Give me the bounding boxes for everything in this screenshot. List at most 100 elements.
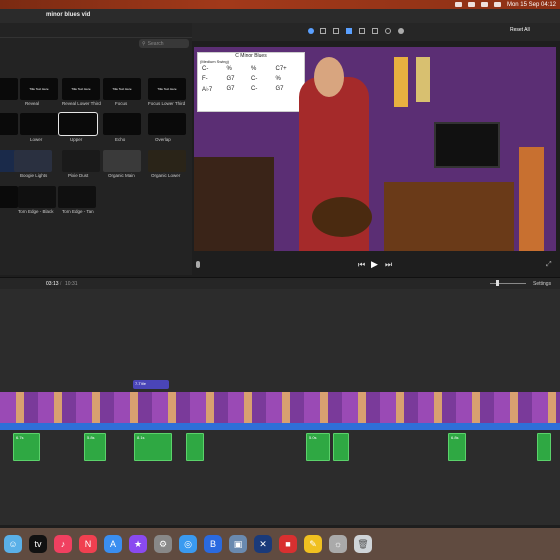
title-label: Boogie Lights (20, 173, 48, 178)
skip-back-icon[interactable]: ⏮ (358, 260, 365, 270)
apple-tv-icon[interactable]: tv (29, 535, 47, 553)
crop-icon[interactable] (320, 28, 326, 34)
skip-forward-icon[interactable]: ⏭ (385, 260, 392, 270)
title-thumbnail[interactable] (148, 113, 186, 135)
title-thumbnail[interactable] (58, 186, 96, 208)
video-viewer[interactable]: C Minor Blues (Medium Swing) C- % % C7+ … (194, 47, 556, 251)
title-thumbnail[interactable] (148, 150, 186, 172)
title-label: Organic Main (108, 173, 135, 178)
news-icon[interactable]: N (79, 535, 97, 553)
title-label: Focus Lower Third (148, 101, 186, 106)
title-label: Overlap (155, 137, 171, 142)
audio-clip[interactable]: 6.7s (13, 433, 40, 461)
chord: % (275, 76, 281, 82)
window-title: minor blues vid (46, 12, 91, 18)
title-label: Reveal Lower Third (62, 101, 101, 106)
title-label: Torn Edge - Black (18, 209, 54, 214)
speed-icon[interactable] (372, 28, 378, 34)
music-icon[interactable]: ♪ (54, 535, 72, 553)
total-duration: 10:31 (65, 281, 78, 287)
title-clip[interactable]: 7-Title (133, 380, 169, 389)
piano (194, 157, 274, 251)
title-label: Focus (115, 101, 128, 106)
battery-icon[interactable] (467, 2, 475, 7)
title-thumbnail[interactable] (14, 150, 52, 172)
audio-clip[interactable]: 5.0s (306, 433, 330, 461)
search-icon[interactable] (480, 2, 488, 7)
trash-icon[interactable]: 🗑 (354, 535, 372, 553)
audio-waveform-track[interactable] (0, 423, 560, 430)
viewer-toolbar: Reset All (192, 23, 560, 41)
audio-clip[interactable]: 5.8s (84, 433, 106, 461)
title-thumbnail[interactable] (62, 150, 100, 172)
search-placeholder: Search (147, 40, 164, 47)
chord: C- (202, 66, 209, 72)
menu-bar: Mon 15 Sep 04:12 (0, 0, 560, 9)
settings-button[interactable]: Settings (533, 281, 551, 287)
window-titlebar: minor blues vid (0, 9, 560, 24)
chord: G7 (226, 76, 235, 82)
info-icon[interactable] (398, 28, 404, 34)
notes-icon[interactable]: ✎ (304, 535, 322, 553)
title-thumbnail[interactable]: Title Text Here (103, 78, 141, 100)
safari-icon[interactable]: ◎ (179, 535, 197, 553)
wall-guitar (394, 57, 408, 107)
fullscreen-icon[interactable]: ⤢ (546, 261, 552, 269)
title-thumbnail-selected[interactable] (58, 112, 98, 136)
viewer-controls: ⏮ ▶ ⏭ ⤢ (194, 258, 556, 272)
xcode-icon[interactable]: ✕ (254, 535, 272, 553)
search-input[interactable]: ⚲ Search (139, 39, 189, 48)
microphone-icon[interactable] (196, 261, 200, 268)
chord: % (251, 66, 257, 72)
noise-reduction-icon[interactable] (359, 28, 365, 34)
control-center-icon[interactable] (493, 2, 501, 7)
reset-all-button[interactable]: Reset All (510, 27, 530, 33)
title-thumbnail[interactable]: Title Text Here (148, 78, 186, 100)
menubar-clock[interactable]: Mon 15 Sep 04:12 (507, 2, 556, 8)
title-thumbnail[interactable]: Title Text Here (20, 78, 58, 100)
app-store-icon[interactable]: A (104, 535, 122, 553)
imovie-icon[interactable]: ★ (129, 535, 147, 553)
stabilization-icon[interactable] (333, 28, 339, 34)
chord: F- (202, 76, 208, 82)
color-balance-icon[interactable] (308, 28, 314, 34)
audio-clip[interactable]: 8.1s (134, 433, 172, 461)
title-label: Echo (115, 137, 126, 142)
system-settings-icon[interactable]: ⚙ (154, 535, 172, 553)
audio-clip[interactable] (186, 433, 204, 461)
monitor (434, 122, 500, 168)
title-thumbnail[interactable] (0, 78, 18, 100)
title-thumbnail[interactable]: Title Text Here (62, 78, 100, 100)
title-thumbnail[interactable] (18, 186, 56, 208)
script-editor-icon[interactable]: ☼ (329, 535, 347, 553)
play-icon[interactable]: ▶ (371, 259, 378, 270)
audio-clip[interactable]: 6.8s (448, 433, 466, 461)
zoom-slider-knob[interactable] (496, 280, 499, 286)
title-thumbnail[interactable] (0, 113, 18, 135)
title-thumbnail[interactable] (0, 186, 18, 208)
chord: G7 (275, 86, 284, 92)
chord: C- (251, 86, 258, 92)
title-thumbnail[interactable] (20, 113, 58, 135)
chord-chart-overlay: C Minor Blues (Medium Swing) C- % % C7+ … (197, 52, 305, 112)
title-thumbnail[interactable] (103, 150, 141, 172)
chord: G7 (226, 86, 235, 92)
search-icon: ⚲ (142, 40, 146, 47)
photo-booth-icon[interactable]: ■ (279, 535, 297, 553)
finder-icon[interactable]: ☺ (4, 535, 22, 553)
chord: % (226, 66, 232, 72)
audio-clip[interactable] (537, 433, 551, 461)
audio-clip[interactable] (333, 433, 349, 461)
video-clip-track[interactable] (0, 392, 560, 424)
dock: ☺ tv ♪ N A ★ ⚙ ◎ B ▣ ✕ ■ ✎ ☼ 🗑 (0, 528, 560, 560)
volume-icon[interactable] (346, 28, 352, 34)
face (314, 57, 344, 97)
wall-guitar (416, 57, 430, 102)
preview-icon[interactable]: ▣ (229, 535, 247, 553)
bluetooth-icon[interactable]: B (204, 535, 222, 553)
current-timecode: 03:13 (46, 281, 59, 287)
title-label: Organic Lower (151, 173, 181, 178)
clip-filter-icon[interactable] (385, 28, 391, 34)
wifi-icon[interactable] (454, 2, 462, 7)
title-thumbnail[interactable] (103, 113, 141, 135)
